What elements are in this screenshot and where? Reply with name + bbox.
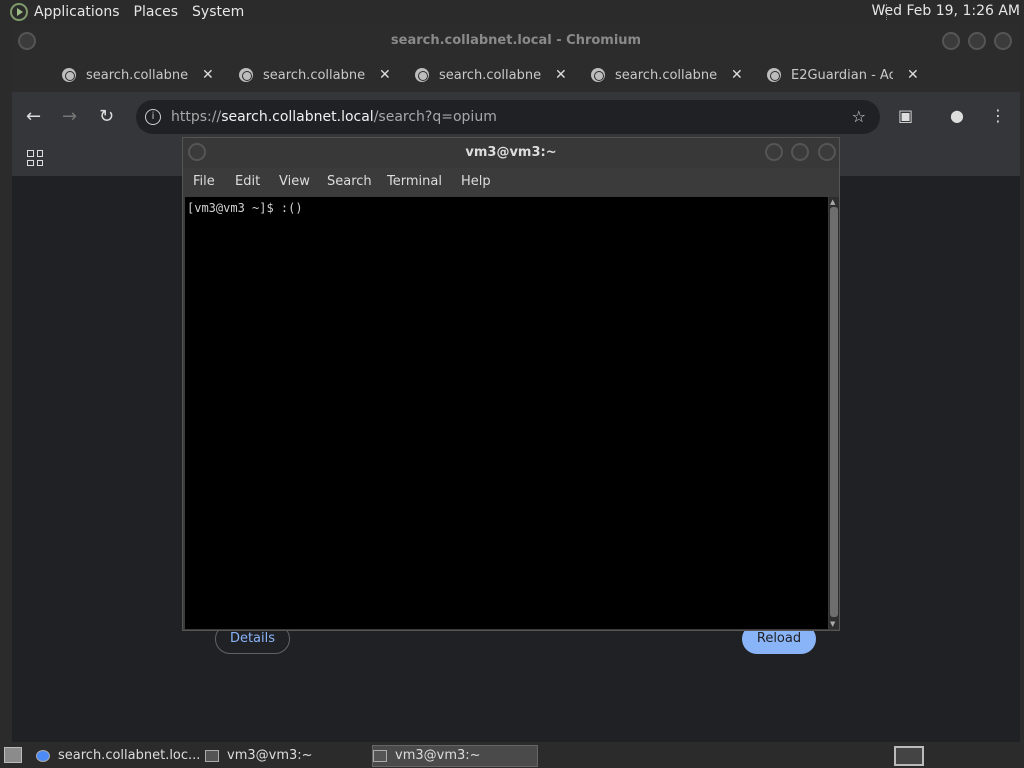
scroll-down-icon[interactable]: ▼ bbox=[830, 620, 835, 628]
url-path: /search?q=opium bbox=[373, 109, 497, 125]
close-window-button[interactable] bbox=[818, 143, 836, 161]
places-menu[interactable]: Places bbox=[134, 4, 179, 20]
url-text[interactable]: https://search.collabnet.local/search?q=… bbox=[171, 100, 497, 134]
address-bar[interactable]: i https://search.collabnet.local/search?… bbox=[136, 100, 880, 134]
scrollbar-thumb[interactable] bbox=[830, 207, 838, 617]
profile-avatar-icon[interactable]: ● bbox=[950, 106, 964, 125]
clock[interactable]: Wed Feb 19, 1:26 AM bbox=[872, 3, 1020, 19]
globe-icon bbox=[239, 68, 253, 82]
menu-terminal[interactable]: Terminal bbox=[387, 174, 442, 189]
menu-file[interactable]: File bbox=[193, 174, 215, 189]
terminal-icon bbox=[205, 750, 219, 762]
globe-icon bbox=[591, 68, 605, 82]
tab-3[interactable]: search.collabnet.local ✕ bbox=[415, 58, 567, 92]
globe-icon bbox=[62, 68, 76, 82]
tab-close-icon[interactable]: ✕ bbox=[731, 67, 743, 83]
scroll-up-icon[interactable]: ▲ bbox=[830, 198, 835, 206]
extensions-puzzle-icon[interactable]: ▣ bbox=[898, 106, 913, 125]
taskbar-item-label: vm3@vm3:~ bbox=[227, 748, 313, 763]
terminal-menubar: File Edit View Search Terminal Help bbox=[183, 168, 839, 196]
top-panel: Applications Places System Wed Feb 19, 1… bbox=[0, 0, 1024, 24]
maximize-button[interactable] bbox=[791, 143, 809, 161]
tab-label: E2Guardian - Access Denied bbox=[791, 67, 893, 83]
reload-icon[interactable]: ↻ bbox=[99, 106, 114, 127]
tab-label: search.collabnet.local bbox=[263, 67, 365, 83]
bottom-taskbar: search.collabnet.loc... vm3@vm3:~ vm3@vm… bbox=[0, 744, 1024, 768]
minimize-button[interactable] bbox=[765, 143, 783, 161]
tab-label: search.collabnet.local bbox=[439, 67, 541, 83]
bookmark-star-icon[interactable]: ☆ bbox=[852, 100, 866, 134]
terminal-window: vm3@vm3:~ File Edit View Search Terminal… bbox=[182, 137, 840, 631]
taskbar-item-terminal-1[interactable]: vm3@vm3:~ bbox=[205, 745, 368, 767]
terminal-titlebar[interactable]: vm3@vm3:~ bbox=[183, 138, 839, 168]
tab-1[interactable]: search.collabnet.local ✕ bbox=[62, 58, 214, 92]
window-menu-button[interactable] bbox=[18, 32, 36, 50]
minimize-button[interactable] bbox=[942, 32, 960, 50]
browser-window-title: search.collabnet.local - Chromium bbox=[390, 33, 642, 48]
browser-toolbar: ← → ↻ i https://search.collabnet.local/s… bbox=[12, 92, 1020, 142]
forward-arrow-icon[interactable]: → bbox=[62, 106, 77, 127]
tab-2[interactable]: search.collabnet.local ✕ bbox=[239, 58, 391, 92]
apps-grid-icon[interactable] bbox=[27, 150, 43, 166]
menu-view[interactable]: View bbox=[279, 174, 310, 189]
menu-edit[interactable]: Edit bbox=[235, 174, 260, 189]
tab-close-icon[interactable]: ✕ bbox=[202, 67, 214, 83]
menu-search[interactable]: Search bbox=[327, 174, 372, 189]
globe-icon bbox=[767, 68, 781, 82]
url-scheme: https:// bbox=[171, 109, 222, 125]
close-window-button[interactable] bbox=[994, 32, 1012, 50]
maximize-button[interactable] bbox=[968, 32, 986, 50]
globe-icon bbox=[415, 68, 429, 82]
tab-close-icon[interactable]: ✕ bbox=[555, 67, 567, 83]
chromium-icon bbox=[36, 750, 50, 762]
tab-label: search.collabnet.local bbox=[615, 67, 717, 83]
more-menu-icon[interactable]: ⋮ bbox=[990, 106, 1006, 125]
terminal-scrollbar[interactable]: ▲ ▼ bbox=[829, 197, 839, 629]
tab-4[interactable]: search.collabnet.local ✕ bbox=[591, 58, 743, 92]
applications-menu[interactable]: Applications bbox=[34, 4, 120, 20]
terminal-output[interactable]: [vm3@vm3 ~]$ :() bbox=[185, 197, 828, 629]
taskbar-item-label: search.collabnet.loc... bbox=[58, 748, 201, 763]
terminal-title: vm3@vm3:~ bbox=[465, 145, 557, 160]
url-host: search.collabnet.local bbox=[221, 109, 374, 125]
site-info-icon[interactable]: i bbox=[145, 109, 161, 125]
show-desktop-icon[interactable] bbox=[4, 747, 22, 763]
system-menu[interactable]: System bbox=[192, 4, 244, 20]
terminal-icon bbox=[373, 750, 387, 762]
taskbar-item-terminal-2[interactable]: vm3@vm3:~ bbox=[372, 745, 538, 767]
menu-help[interactable]: Help bbox=[461, 174, 491, 189]
taskbar-item-label: vm3@vm3:~ bbox=[395, 748, 481, 763]
tab-close-icon[interactable]: ✕ bbox=[907, 67, 919, 83]
back-arrow-icon[interactable]: ← bbox=[26, 106, 41, 127]
window-menu-button[interactable] bbox=[188, 143, 206, 161]
tab-strip: ⌄ search.collabnet.local ✕ search.collab… bbox=[12, 58, 1020, 119]
browser-titlebar[interactable]: search.collabnet.local - Chromium bbox=[12, 24, 1020, 58]
gnome-logo-icon[interactable] bbox=[10, 3, 28, 21]
workspace-switcher[interactable] bbox=[894, 746, 924, 766]
tab-close-icon[interactable]: ✕ bbox=[379, 67, 391, 83]
taskbar-item-chromium[interactable]: search.collabnet.loc... bbox=[36, 745, 201, 767]
tab-label: search.collabnet.local bbox=[86, 67, 188, 83]
tab-5[interactable]: E2Guardian - Access Denied ✕ bbox=[767, 58, 919, 92]
